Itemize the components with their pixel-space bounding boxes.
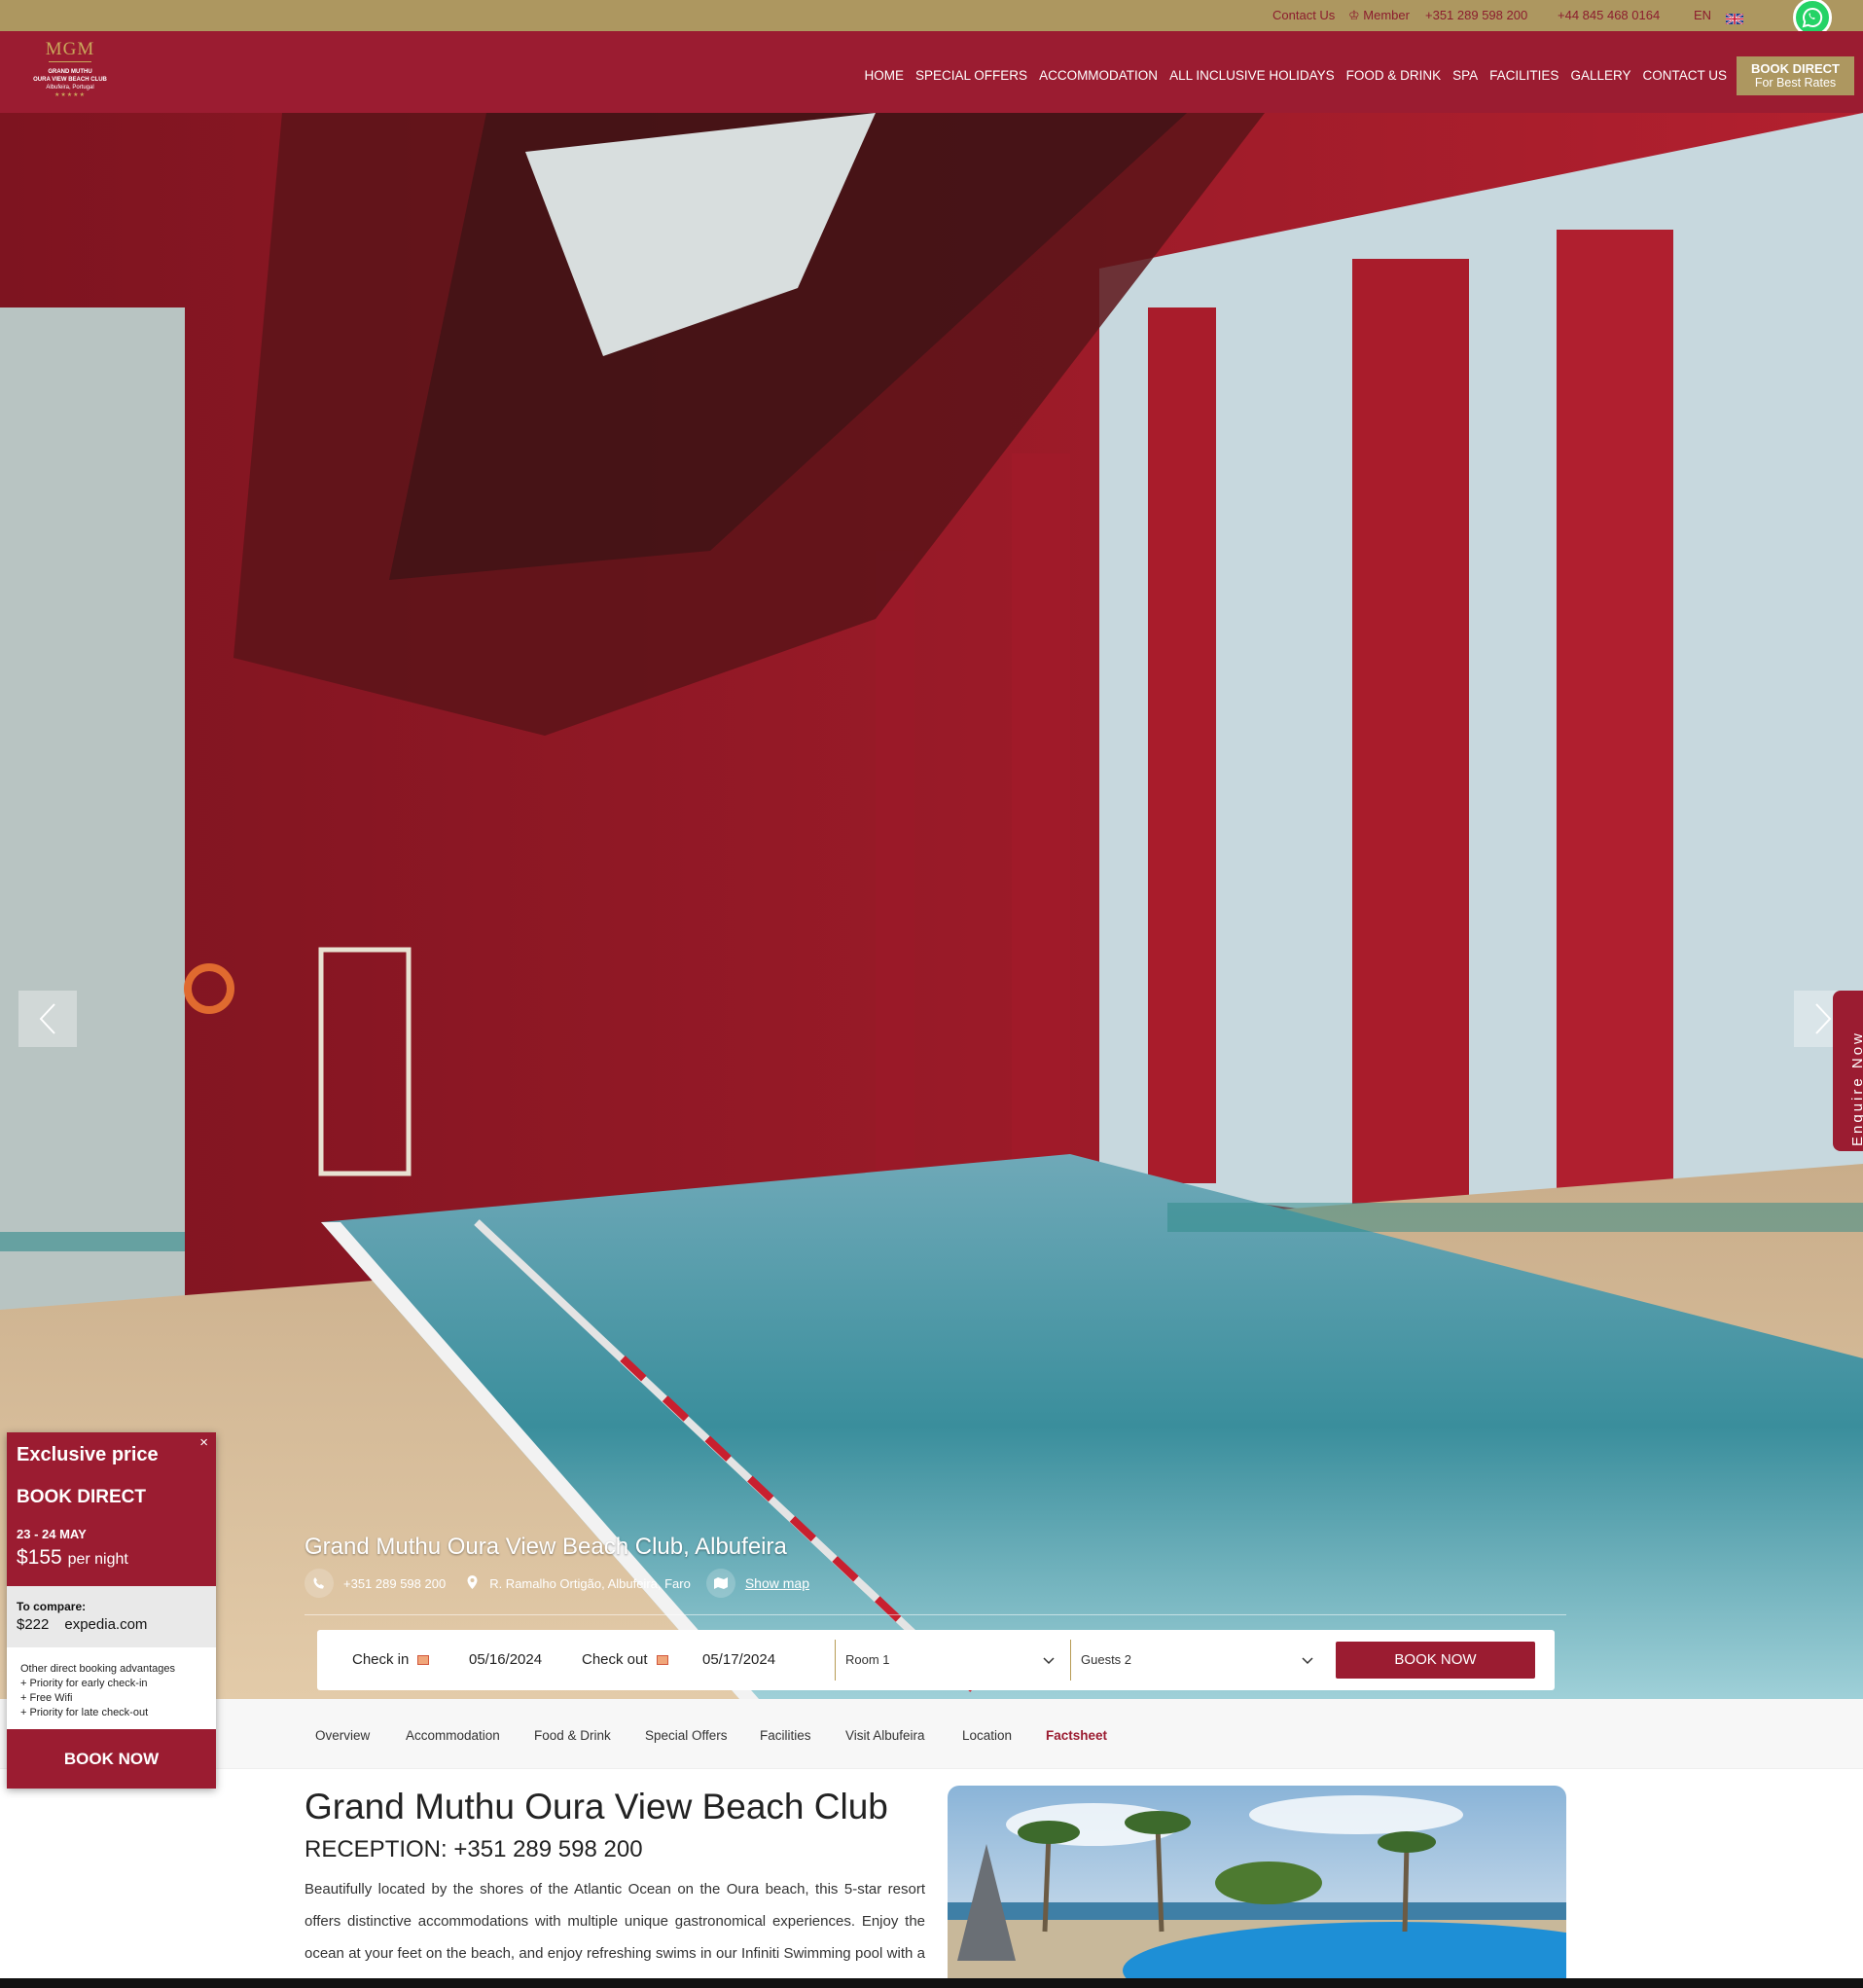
bottom-edge bbox=[0, 1978, 1863, 1988]
advantage-item: + Priority for early check-in bbox=[20, 1678, 148, 1689]
book-direct-subtitle: For Best Rates bbox=[1754, 76, 1837, 90]
compare-box: To compare: $222 expedia.com bbox=[7, 1586, 216, 1647]
tab-factsheet[interactable]: Factsheet bbox=[1046, 1728, 1107, 1743]
contact-us-link[interactable]: Contact Us bbox=[1272, 8, 1335, 22]
logo-stars-icon: ★★★★★ bbox=[54, 92, 86, 98]
nav-contact-us[interactable]: CONTACT US bbox=[1642, 68, 1727, 83]
hero-hotel-title: Grand Muthu Oura View Beach Club, Albufe… bbox=[305, 1534, 787, 1560]
tab-special-offers[interactable]: Special Offers bbox=[645, 1728, 728, 1743]
per-night-label: per night bbox=[67, 1551, 128, 1568]
show-map-link[interactable]: Show map bbox=[745, 1575, 809, 1591]
member-label: Member bbox=[1363, 8, 1410, 22]
tab-accommodation[interactable]: Accommodation bbox=[406, 1728, 500, 1743]
popup-price: $155 per night bbox=[17, 1546, 206, 1570]
calendar-icon bbox=[656, 1655, 668, 1666]
nav-accommodation[interactable]: ACCOMMODATION bbox=[1039, 68, 1158, 83]
enquire-now-tab[interactable]: Enquire Now bbox=[1833, 991, 1863, 1151]
advantage-item: + Free Wifi bbox=[20, 1692, 73, 1704]
logo-line-1: GRAND MUTHU bbox=[48, 69, 92, 75]
nav-food-drink[interactable]: FOOD & DRINK bbox=[1346, 68, 1442, 83]
exclusive-price-popup: × Exclusive price BOOK DIRECT 23 - 24 MA… bbox=[7, 1432, 216, 1789]
phone-icon bbox=[305, 1569, 334, 1598]
book-direct-button[interactable]: BOOK DIRECT For Best Rates bbox=[1737, 56, 1854, 95]
close-icon[interactable]: × bbox=[199, 1434, 208, 1451]
compare-price: $222 bbox=[17, 1616, 50, 1633]
hero-hotel-info: +351 289 598 200 R. Ramalho Ortigão, Alb… bbox=[305, 1569, 809, 1598]
tab-overview[interactable]: Overview bbox=[315, 1728, 370, 1743]
compare-label: To compare: bbox=[17, 1600, 87, 1613]
checkout-field[interactable]: Check out bbox=[582, 1651, 668, 1668]
hotel-logo[interactable]: MGM GRAND MUTHU OURA VIEW BEACH CLUB Alb… bbox=[23, 39, 117, 107]
hero-slider bbox=[0, 113, 1863, 1699]
phone-portugal-link[interactable]: +351 289 598 200 bbox=[1425, 8, 1527, 22]
advantages-list: Other direct booking advantages + Priori… bbox=[20, 1662, 175, 1720]
main-header: MGM GRAND MUTHU OURA VIEW BEACH CLUB Alb… bbox=[0, 31, 1863, 113]
language-selector[interactable]: EN bbox=[1694, 8, 1711, 22]
tab-visit-albufeira[interactable]: Visit Albufeira bbox=[845, 1728, 925, 1743]
hero-phone[interactable]: +351 289 598 200 bbox=[343, 1576, 446, 1591]
book-direct-title: BOOK DIRECT bbox=[1751, 61, 1840, 76]
booking-bar: Check in 05/16/2024 Check out 05/17/2024… bbox=[317, 1630, 1555, 1690]
checkin-field[interactable]: Check in bbox=[352, 1651, 430, 1668]
room-select[interactable]: Room 1 bbox=[835, 1640, 1068, 1681]
member-link[interactable]: ♔ Member bbox=[1348, 8, 1410, 23]
calendar-icon bbox=[417, 1655, 430, 1666]
nav-facilities[interactable]: FACILITIES bbox=[1489, 68, 1558, 83]
hotel-description: Beautifully located by the shores of the… bbox=[305, 1881, 925, 1988]
guests-select-value: Guests 2 bbox=[1081, 1652, 1132, 1667]
tab-location[interactable]: Location bbox=[962, 1728, 1012, 1743]
top-bar: Contact Us ♔ Member +351 289 598 200 +44… bbox=[0, 0, 1863, 37]
checkout-label: Check out bbox=[582, 1651, 648, 1668]
main-nav: HOME SPECIAL OFFERS ACCOMMODATION ALL IN… bbox=[853, 68, 1727, 83]
resort-pool-photo bbox=[948, 1786, 1566, 1988]
nav-home[interactable]: HOME bbox=[865, 68, 905, 83]
phone-uk-link[interactable]: +44 845 468 0164 bbox=[1558, 8, 1660, 22]
logo-line-2: OURA VIEW BEACH CLUB bbox=[33, 77, 107, 83]
advantages-title: Other direct booking advantages bbox=[20, 1663, 175, 1675]
room-select-value: Room 1 bbox=[845, 1652, 890, 1667]
enquire-now-label: Enquire Now bbox=[1849, 1030, 1863, 1146]
checkin-label: Check in bbox=[352, 1651, 410, 1668]
logo-brand: MGM bbox=[45, 39, 95, 59]
hero-divider bbox=[305, 1614, 1566, 1615]
guests-select[interactable]: Guests 2 bbox=[1070, 1640, 1327, 1681]
logo-line-3: Albufeira, Portugal bbox=[46, 85, 94, 90]
page-title: Grand Muthu Oura View Beach Club bbox=[305, 1787, 888, 1826]
hero-pool-image bbox=[0, 113, 1863, 1699]
slider-prev-button[interactable] bbox=[18, 991, 77, 1047]
uk-flag-icon[interactable] bbox=[1725, 12, 1744, 25]
popup-header: × Exclusive price BOOK DIRECT 23 - 24 MA… bbox=[7, 1432, 216, 1586]
compare-site: expedia.com bbox=[64, 1616, 148, 1633]
price-value: $155 bbox=[17, 1546, 62, 1569]
nav-special-offers[interactable]: SPECIAL OFFERS bbox=[915, 68, 1027, 83]
crown-icon: ♔ bbox=[1348, 8, 1360, 22]
reception-phone: RECEPTION: +351 289 598 200 bbox=[305, 1836, 643, 1862]
popup-subheading: BOOK DIRECT bbox=[17, 1487, 146, 1507]
map-icon bbox=[705, 1569, 735, 1598]
popup-book-now-button[interactable]: BOOK NOW bbox=[7, 1729, 216, 1789]
chevron-down-icon bbox=[1043, 1653, 1055, 1668]
popup-heading: Exclusive price bbox=[17, 1444, 159, 1465]
nav-all-inclusive[interactable]: ALL INCLUSIVE HOLIDAYS bbox=[1169, 68, 1335, 83]
tab-facilities[interactable]: Facilities bbox=[760, 1728, 811, 1743]
checkout-value[interactable]: 05/17/2024 bbox=[702, 1651, 775, 1668]
tab-food-drink[interactable]: Food & Drink bbox=[534, 1728, 611, 1743]
nav-spa[interactable]: SPA bbox=[1452, 68, 1478, 83]
advantage-item: + Priority for late check-out bbox=[20, 1707, 149, 1718]
nav-gallery[interactable]: GALLERY bbox=[1570, 68, 1630, 83]
checkin-value[interactable]: 05/16/2024 bbox=[469, 1651, 542, 1668]
popup-dates: 23 - 24 MAY bbox=[17, 1527, 87, 1541]
map-pin-icon bbox=[467, 1574, 478, 1592]
book-now-button[interactable]: BOOK NOW bbox=[1336, 1642, 1535, 1679]
chevron-down-icon bbox=[1302, 1653, 1313, 1668]
section-tabs: Overview Accommodation Food & Drink Spec… bbox=[0, 1699, 1863, 1769]
hero-address: R. Ramalho Ortigão, Albufeira, Faro bbox=[489, 1575, 691, 1591]
